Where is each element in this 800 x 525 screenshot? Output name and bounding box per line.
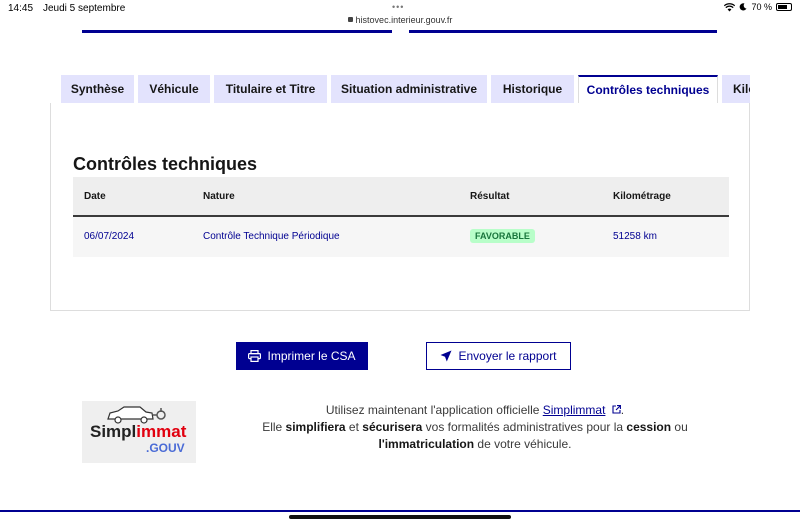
status-time: 14:45	[8, 3, 34, 14]
simplimmat-link[interactable]: Simplimmat	[543, 403, 606, 417]
external-link-icon	[612, 405, 621, 414]
battery-level: 70 %	[751, 2, 772, 12]
tab-vehicule[interactable]: Véhicule	[138, 75, 210, 103]
table-row: 06/07/2024 Contrôle Technique Périodique…	[73, 217, 729, 257]
tab-controles-techniques[interactable]: Contrôles techniques	[578, 75, 718, 103]
send-icon	[440, 350, 452, 362]
tab-titulaire[interactable]: Titulaire et Titre	[214, 75, 327, 103]
logo-wordmark: Simplimmat	[90, 422, 187, 441]
tab-kilometrage[interactable]: Kilo	[722, 75, 750, 103]
home-indicator[interactable]	[289, 515, 511, 519]
printer-icon	[248, 350, 262, 362]
tab-historique[interactable]: Historique	[491, 75, 574, 103]
promo-line-1: Utilisez maintenant l'application offici…	[325, 403, 625, 417]
footer-border	[0, 510, 800, 512]
moon-icon	[740, 3, 747, 11]
print-csa-label: Imprimer le CSA	[267, 349, 356, 363]
column-header-result: Résultat	[470, 191, 510, 202]
more-dots-icon[interactable]: •••	[392, 2, 404, 12]
row-nature: Contrôle Technique Périodique	[203, 231, 340, 242]
tab-panel: Contrôles techniques Date Nature Résulta…	[50, 103, 750, 311]
status-bar: 14:45 Jeudi 5 septembre ••• histovec.int…	[0, 0, 800, 30]
logo-gouv: .GOUV	[146, 441, 185, 455]
car-icon	[107, 406, 166, 424]
send-report-label: Envoyer le rapport	[458, 349, 557, 363]
header-underline-right	[409, 30, 717, 33]
promo-line-3: l'immatriculation de votre véhicule.	[378, 437, 572, 451]
tab-situation-administrative[interactable]: Situation administrative	[331, 75, 487, 103]
row-km: 51258 km	[613, 231, 657, 242]
status-indicators: 70 %	[724, 2, 792, 12]
wifi-icon	[724, 2, 736, 11]
lock-icon	[347, 17, 353, 23]
tab-list: Synthèse Véhicule Titulaire et Titre Sit…	[61, 75, 750, 103]
address-bar[interactable]: histovec.interieur.gouv.fr	[0, 15, 800, 25]
column-header-nature: Nature	[203, 191, 235, 202]
section-title: Contrôles techniques	[73, 154, 258, 174]
row-date: 06/07/2024	[84, 231, 135, 242]
status-date: Jeudi 5 septembre	[43, 3, 126, 14]
simplimmat-promo: Utilisez maintenant l'application offici…	[210, 402, 740, 453]
tab-synthese[interactable]: Synthèse	[61, 75, 134, 103]
print-csa-button[interactable]: Imprimer le CSA	[236, 342, 368, 370]
column-header-km: Kilométrage	[613, 191, 671, 202]
status-badge: FAVORABLE	[470, 229, 535, 243]
controls-table: Date Nature Résultat Kilométrage 06/07/2…	[73, 177, 729, 257]
column-header-date: Date	[84, 191, 106, 202]
url-text: histovec.interieur.gouv.fr	[355, 15, 453, 25]
header-underline-left	[82, 30, 392, 33]
simplimmat-logo[interactable]: Simplimmat .GOUV	[82, 401, 196, 463]
send-report-button[interactable]: Envoyer le rapport	[426, 342, 571, 370]
promo-line-2: Elle simplifiera et sécurisera vos forma…	[262, 420, 688, 434]
battery-icon	[776, 3, 792, 11]
table-header: Date Nature Résultat Kilométrage	[73, 177, 729, 217]
